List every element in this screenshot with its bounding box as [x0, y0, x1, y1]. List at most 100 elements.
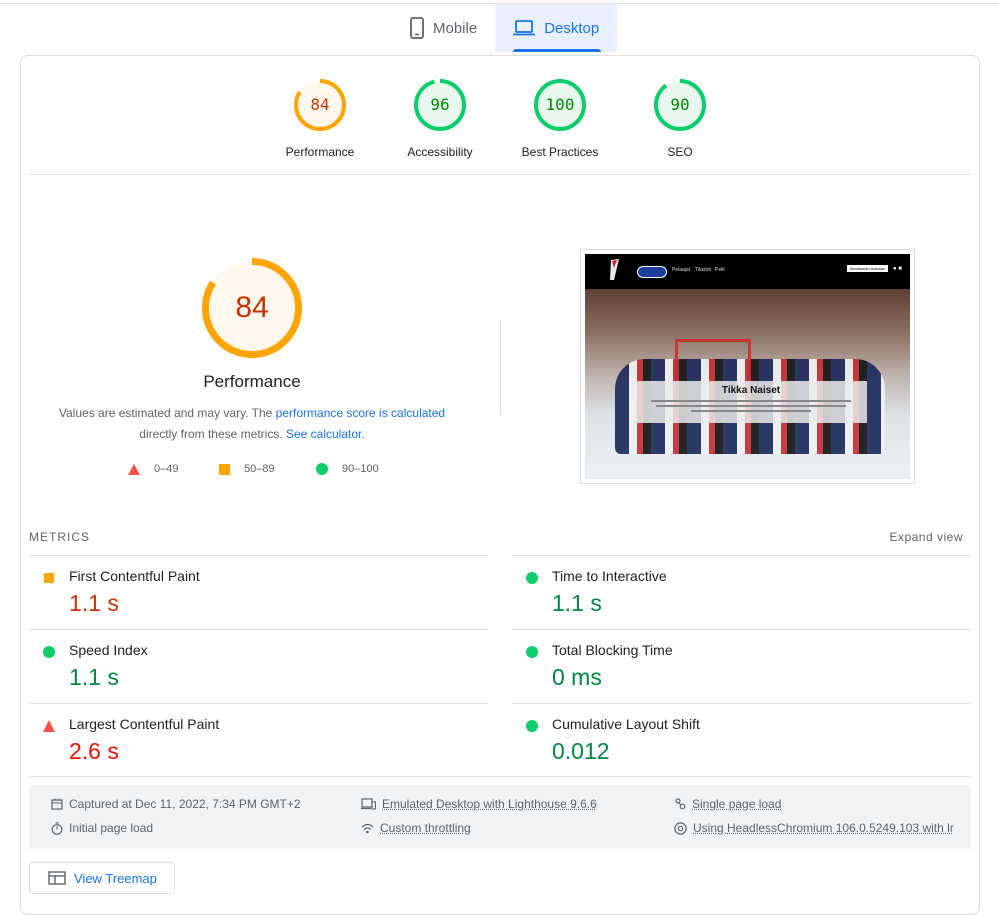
- desc-text-2: directly from these metrics.: [139, 427, 286, 441]
- gauge-ring: 100: [534, 79, 586, 131]
- initial-load-info: Initial page load: [51, 821, 153, 835]
- metric-cumulative-layout-shift: Cumulative Layout Shift 0.012: [512, 703, 971, 777]
- red-triangle-icon: [43, 720, 55, 732]
- metric-name: Largest Contentful Paint: [69, 716, 219, 732]
- large-gauge-ring: 84: [202, 258, 302, 358]
- tab-desktop[interactable]: Desktop: [495, 4, 617, 52]
- tab-mobile-label: Mobile: [433, 20, 477, 37]
- sponsor-logo: [637, 266, 667, 278]
- single-page-icon: [674, 798, 686, 810]
- metric-status-shape: [526, 572, 538, 584]
- legend-good-label: 90–100: [342, 463, 379, 475]
- section-divider: [29, 174, 971, 175]
- run-info-panel: Captured at Dec 11, 2022, 7:34 PM GMT+2 …: [29, 785, 971, 849]
- screenshot-navbar: Pelaajat Tilastot Pelit Ilmoittaudu muka…: [585, 254, 910, 289]
- metric-value: 1.1 s: [69, 590, 119, 617]
- initial-load-text: Initial page load: [69, 821, 153, 835]
- metric-status-shape: [526, 646, 538, 658]
- metrics-heading: METRICS: [29, 530, 90, 544]
- metric-value: 1.1 s: [69, 664, 119, 691]
- orange-square-icon: [219, 464, 230, 475]
- throttling-info[interactable]: Custom throttling: [361, 821, 471, 835]
- phone-icon: [410, 17, 424, 39]
- hero-overlay: Tikka Naiset: [635, 381, 867, 423]
- gauge-accessibility[interactable]: 96 Accessibility: [380, 79, 500, 159]
- metric-speed-index: Speed Index 1.1 s: [29, 629, 488, 703]
- gauge-ring: 90: [654, 79, 706, 131]
- browser-info[interactable]: Using HeadlessChromium 106.0.5249.103 wi…: [674, 821, 954, 835]
- emulated-info[interactable]: Emulated Desktop with Lighthouse 9.6.6: [361, 797, 597, 811]
- view-treemap-button[interactable]: View Treemap: [29, 862, 175, 894]
- metric-total-blocking-time: Total Blocking Time 0 ms: [512, 629, 971, 703]
- social-icons: ● ■: [893, 266, 902, 272]
- green-circle-icon: [43, 646, 55, 658]
- green-circle-icon: [526, 572, 538, 584]
- orange-square-icon: [43, 572, 55, 584]
- screenshot-nav-item: Tilastot: [695, 267, 711, 273]
- tab-mobile[interactable]: Mobile: [392, 4, 495, 52]
- hero-photo: Tikka Naiset: [585, 289, 910, 479]
- gauge-best-practices[interactable]: 100 Best Practices: [500, 79, 620, 159]
- desc-text: Values are estimated and may vary. The: [59, 406, 276, 420]
- hero-text-line: [691, 410, 811, 412]
- metrics-bottom-divider: [29, 776, 971, 777]
- device-tabs: Mobile Desktop: [392, 4, 617, 52]
- metric-status-shape: [526, 720, 538, 732]
- gauge-performance[interactable]: 84 Performance: [260, 79, 380, 159]
- gauge-label: Best Practices: [500, 145, 620, 159]
- metric-first-contentful-paint: First Contentful Paint 1.1 s: [29, 555, 488, 629]
- gauge-label: Accessibility: [380, 145, 500, 159]
- screenshot-image: Pelaajat Tilastot Pelit Ilmoittaudu muka…: [585, 254, 910, 479]
- screenshot-cta: Ilmoittaudu mukaan: [847, 265, 888, 272]
- devices-icon: [361, 798, 376, 810]
- gauge-score: 84: [294, 79, 346, 131]
- hero-text-line: [651, 400, 851, 402]
- view-treemap-label: View Treemap: [74, 871, 157, 886]
- performance-description: Values are estimated and may vary. The p…: [52, 403, 452, 445]
- legend-poor: 0–49: [128, 463, 178, 475]
- vertical-divider: [500, 320, 501, 415]
- desc-end: .: [361, 427, 364, 441]
- legend-average-label: 50–89: [244, 463, 275, 475]
- gauge-ring: 84: [294, 79, 346, 131]
- team-logo: [607, 258, 621, 284]
- metric-value: 0.012: [552, 738, 610, 765]
- captured-text: Captured at Dec 11, 2022, 7:34 PM GMT+2: [69, 797, 301, 811]
- expand-view-button[interactable]: Expand view: [889, 530, 963, 544]
- metric-largest-contentful-paint: Largest Contentful Paint 2.6 s: [29, 703, 488, 777]
- stopwatch-icon: [51, 822, 63, 835]
- gauge-ring: 96: [414, 79, 466, 131]
- green-circle-icon: [526, 646, 538, 658]
- screenshot-nav-item: Pelit: [715, 267, 725, 273]
- performance-score-link[interactable]: performance score is calculated: [276, 406, 445, 420]
- red-triangle-icon: [128, 464, 140, 475]
- metric-value: 1.1 s: [552, 590, 602, 617]
- page-screenshot[interactable]: Pelaajat Tilastot Pelit Ilmoittaudu muka…: [580, 249, 915, 484]
- gauge-label: SEO: [620, 145, 740, 159]
- single-load-info[interactable]: Single page load: [674, 797, 781, 811]
- metric-name: Cumulative Layout Shift: [552, 716, 700, 732]
- signal-icon: [361, 822, 374, 834]
- metric-name: Time to Interactive: [552, 568, 667, 584]
- captured-info: Captured at Dec 11, 2022, 7:34 PM GMT+2: [51, 797, 301, 811]
- performance-title: Performance: [152, 372, 352, 392]
- throttling-text: Custom throttling: [380, 821, 471, 835]
- metric-name: First Contentful Paint: [69, 568, 200, 584]
- gauge-seo[interactable]: 90 SEO: [620, 79, 740, 159]
- emulated-text: Emulated Desktop with Lighthouse 9.6.6: [382, 797, 597, 811]
- gauge-score: 96: [414, 79, 466, 131]
- performance-gauge-large: 84: [182, 258, 322, 358]
- calendar-icon: [51, 798, 63, 810]
- metric-name: Speed Index: [69, 642, 148, 658]
- metric-value: 0 ms: [552, 664, 602, 691]
- see-calculator-link[interactable]: See calculator: [286, 427, 361, 441]
- screenshot-hero-title: Tikka Naiset: [635, 385, 867, 396]
- metric-value: 2.6 s: [69, 738, 119, 765]
- chrome-icon: [674, 822, 687, 835]
- single-load-text: Single page load: [692, 797, 781, 811]
- legend-good: 90–100: [316, 463, 379, 475]
- green-circle-icon: [316, 463, 328, 475]
- green-circle-icon: [526, 720, 538, 732]
- laptop-icon: [513, 20, 535, 36]
- gauge-score: 100: [534, 79, 586, 131]
